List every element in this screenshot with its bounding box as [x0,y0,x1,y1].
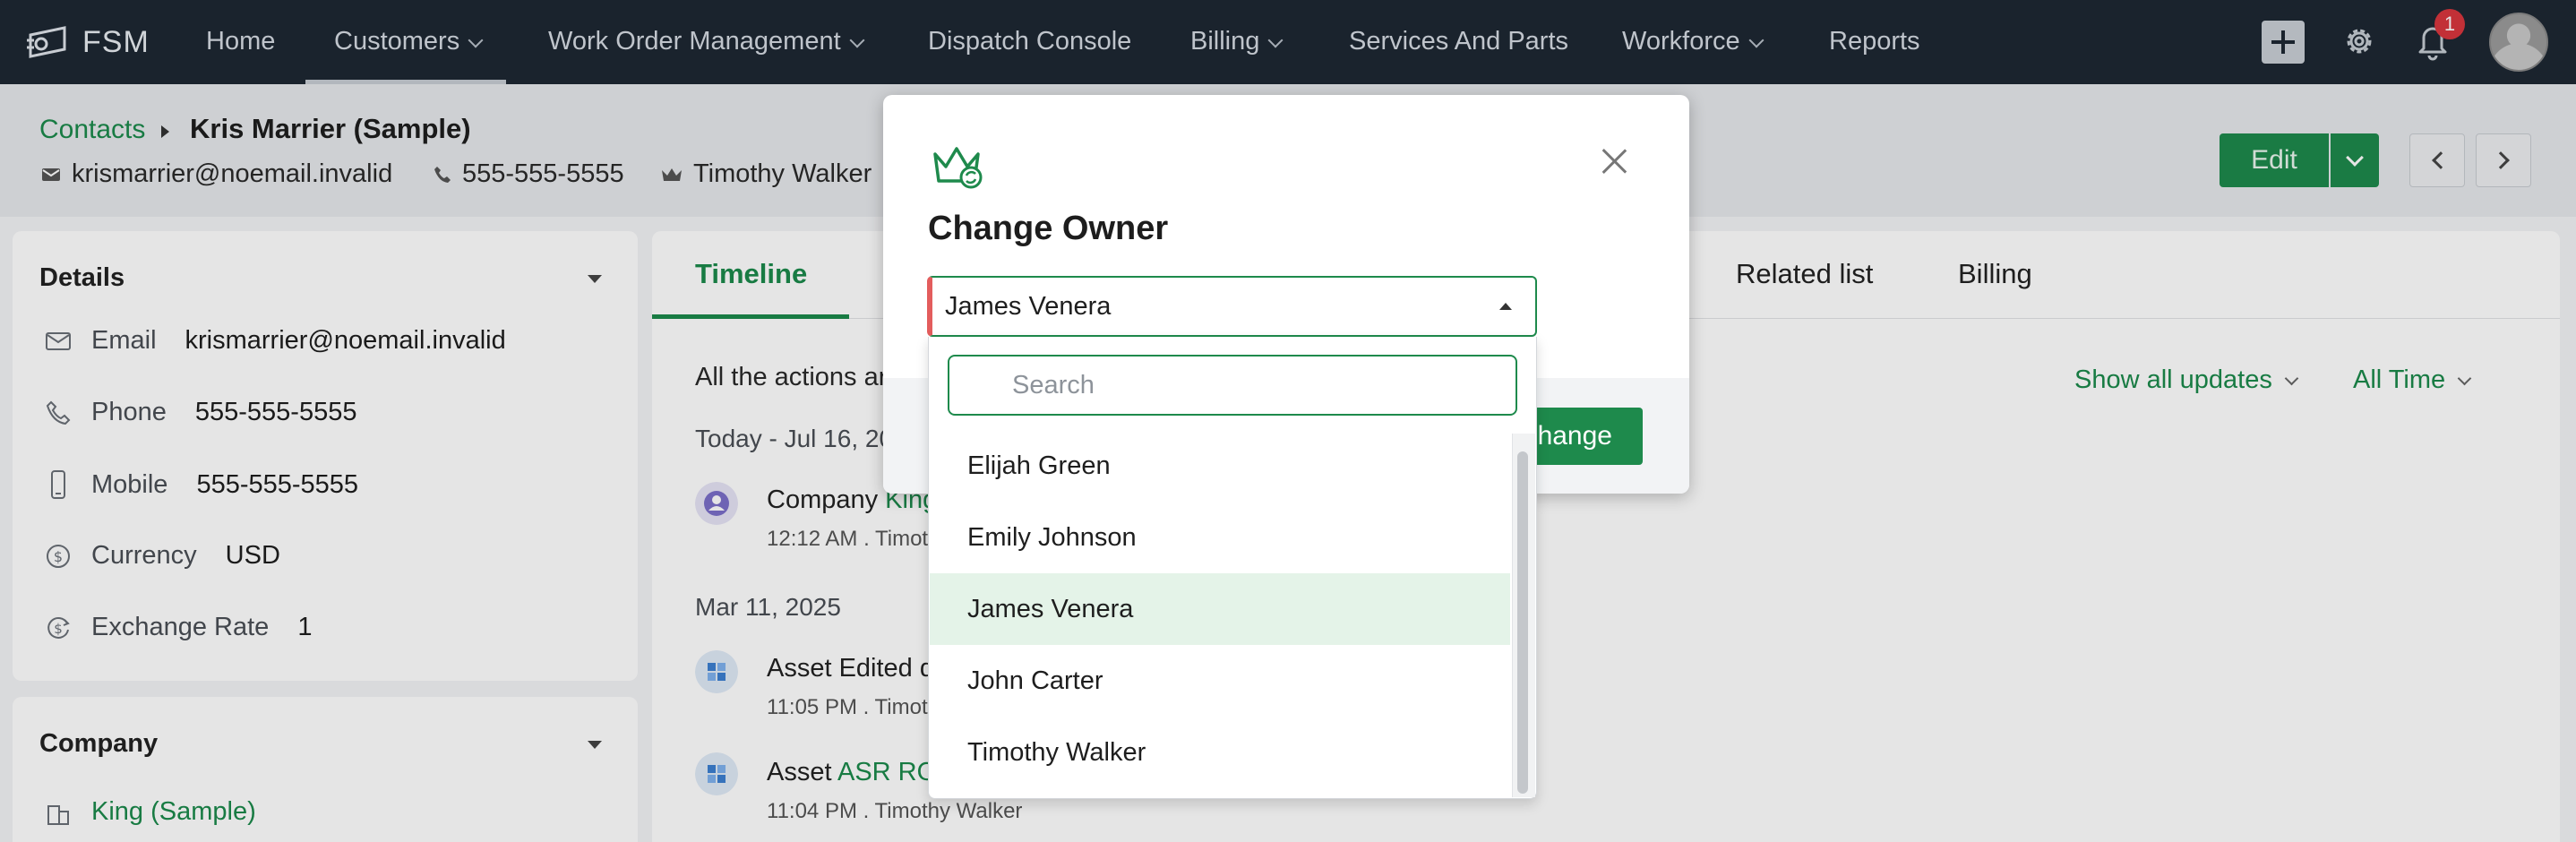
owner-option[interactable]: Timothy Walker [930,717,1510,788]
change-owner-crown-icon [933,147,983,189]
owner-search-input[interactable] [1012,367,1496,403]
dropdown-scrollbar-thumb[interactable] [1517,451,1528,794]
owner-select-value: James Venera [945,292,1112,321]
dialog-title: Change Owner [928,210,1169,247]
owner-select[interactable]: James Venera [927,276,1537,337]
owner-option[interactable]: Emily Johnson [930,502,1510,573]
owner-option[interactable]: Elijah Green [930,430,1510,502]
caret-up-icon [1499,303,1512,310]
owner-option[interactable]: John Carter [930,645,1510,717]
owner-option-selected[interactable]: James Venera [930,573,1510,645]
close-icon[interactable] [1598,145,1630,177]
owner-search-box[interactable] [948,355,1517,416]
